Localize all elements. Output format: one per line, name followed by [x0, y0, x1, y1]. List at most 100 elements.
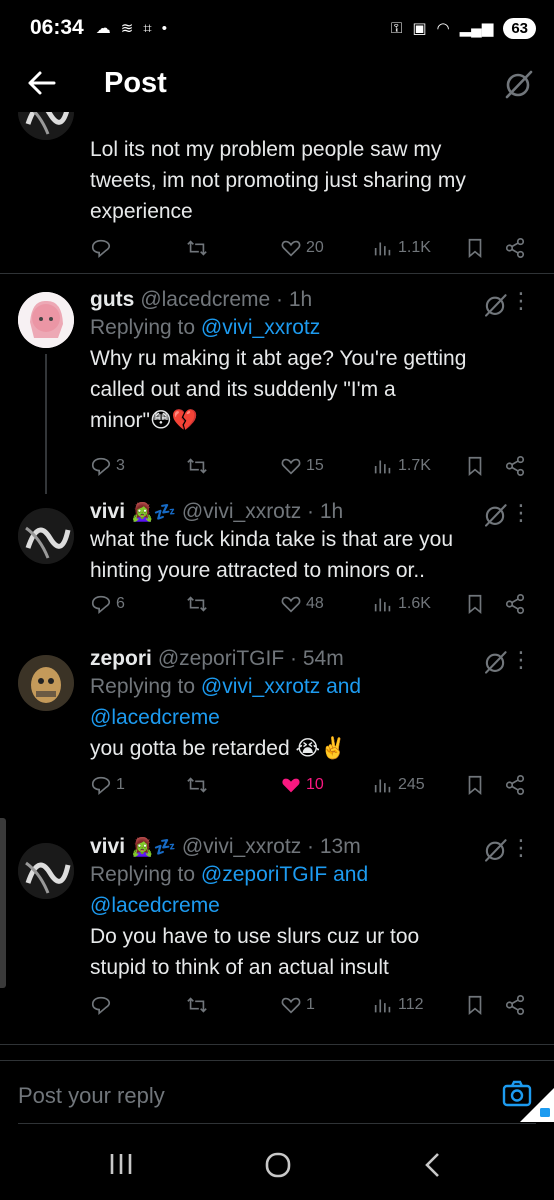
like-button[interactable]: 10: [280, 774, 324, 796]
repost-icon: [187, 240, 207, 256]
more-options-icon[interactable]: ⋮: [510, 649, 532, 671]
grok-icon[interactable]: [482, 292, 508, 318]
like-count: 15: [306, 457, 324, 474]
grok-icon[interactable]: [482, 649, 508, 675]
repost-button[interactable]: [186, 455, 208, 477]
views-button[interactable]: 1.1K: [372, 237, 431, 259]
folder-icon: ▣: [412, 20, 427, 37]
bookmark-button[interactable]: [464, 774, 486, 796]
display-name[interactable]: zepori: [90, 647, 152, 671]
back-nav-icon[interactable]: [422, 1152, 444, 1178]
repost-button[interactable]: [186, 774, 208, 796]
views-button[interactable]: 245: [372, 774, 425, 796]
tweet-text: Do you have to use slurs cuz ur too: [90, 925, 420, 948]
share-button[interactable]: [504, 994, 526, 1016]
views-icon: [374, 779, 391, 793]
mention-link[interactable]: @vivi_xxrotz: [201, 316, 320, 339]
reply-button[interactable]: [90, 994, 116, 1016]
mention-link[interactable]: @zeporiTGIF and: [201, 863, 368, 886]
grok-icon[interactable]: [482, 502, 508, 528]
status-time: 06:34: [30, 16, 84, 39]
mention-link[interactable]: @vivi_xxrotz and: [201, 675, 361, 698]
dot-icon: •: [161, 19, 168, 37]
like-button[interactable]: 48: [280, 593, 324, 615]
grok-icon[interactable]: [482, 837, 508, 863]
bookmark-button[interactable]: [464, 237, 486, 259]
views-button[interactable]: 112: [372, 994, 424, 1016]
system-nav-bar: [0, 1128, 554, 1200]
display-name[interactable]: vivi: [90, 500, 125, 524]
reply-count: 1: [116, 776, 125, 793]
reply-button[interactable]: 6: [90, 593, 125, 615]
grok-icon[interactable]: [502, 68, 534, 100]
views-button[interactable]: 1.6K: [372, 593, 431, 615]
share-button[interactable]: [504, 593, 526, 615]
more-options-icon[interactable]: ⋮: [510, 290, 532, 312]
display-name[interactable]: vivi: [90, 835, 125, 859]
more-options-icon[interactable]: ⋮: [510, 837, 532, 859]
like-count: 20: [306, 239, 324, 256]
reply-icon: [91, 595, 111, 615]
handle[interactable]: @vivi_xxrotz · 13m: [182, 835, 361, 859]
reply-thread: Lol its not my problem people saw my twe…: [0, 84, 554, 1045]
avatar[interactable]: [18, 655, 74, 711]
scrollbar-handle[interactable]: [0, 818, 6, 988]
reply-composer[interactable]: Post your reply: [0, 1060, 554, 1124]
avatar[interactable]: [18, 843, 74, 899]
views-button[interactable]: 1.7K: [372, 455, 431, 477]
repost-button[interactable]: [186, 237, 208, 259]
back-arrow-icon[interactable]: [24, 66, 58, 100]
like-button[interactable]: 1: [280, 994, 315, 1016]
reply-button[interactable]: 3: [90, 455, 125, 477]
tweet[interactable]: Lol its not my problem people saw my twe…: [0, 84, 554, 274]
mention-link[interactable]: @lacedcreme: [90, 706, 220, 729]
corner-badge-icon[interactable]: [520, 1088, 554, 1122]
recent-apps-icon[interactable]: [108, 1152, 134, 1176]
like-button[interactable]: 20: [280, 237, 324, 259]
share-button[interactable]: [504, 774, 526, 796]
reply-input[interactable]: Post your reply: [18, 1083, 165, 1109]
bookmark-button[interactable]: [464, 593, 486, 615]
share-icon: [505, 594, 525, 614]
tweet-text: Why ru making it abt age? You're getting: [90, 347, 467, 370]
display-name[interactable]: guts: [90, 288, 134, 312]
like-button[interactable]: 15: [280, 455, 324, 477]
name-emoji: 🧟‍♀️💤: [131, 502, 176, 522]
handle[interactable]: @lacedcreme · 1h: [140, 288, 312, 312]
reply-button[interactable]: [90, 237, 116, 259]
tweet-text: stupid to think of an actual insult: [90, 956, 389, 979]
mention-link[interactable]: @lacedcreme: [90, 894, 220, 917]
reply-button[interactable]: 1: [90, 774, 125, 796]
avatar[interactable]: [18, 508, 74, 564]
tweet-text: Lol its not my problem people saw my: [90, 138, 442, 161]
more-options-icon[interactable]: ⋮: [510, 502, 532, 524]
heart-icon: [281, 240, 301, 257]
repost-icon: [187, 596, 207, 612]
repost-button[interactable]: [186, 994, 208, 1016]
bookmark-button[interactable]: [464, 455, 486, 477]
tweet-text: tweets, im not promoting just sharing my: [90, 169, 466, 192]
avatar[interactable]: [18, 292, 74, 348]
handle[interactable]: @zeporiTGIF · 54m: [158, 647, 344, 671]
bookmark-button[interactable]: [464, 994, 486, 1016]
repost-button[interactable]: [186, 593, 208, 615]
share-button[interactable]: [504, 455, 526, 477]
home-icon[interactable]: [264, 1152, 292, 1178]
tweet[interactable]: guts @lacedcreme · 1h Replying to @vivi_…: [0, 274, 554, 494]
share-icon: [505, 238, 525, 258]
handle[interactable]: @vivi_xxrotz · 1h: [182, 500, 343, 524]
views-icon: [374, 999, 391, 1013]
reply-count: 3: [116, 457, 125, 474]
tweet-actions: 6 48 1.6K: [90, 590, 536, 618]
tweet[interactable]: vivi 🧟‍♀️💤 @vivi_xxrotz · 13m Replying t…: [0, 835, 554, 1045]
share-icon: [505, 456, 525, 476]
tweet[interactable]: zepori @zeporiTGIF · 54m Replying to @vi…: [0, 647, 554, 835]
replying-to: Replying to @vivi_xxrotz and: [90, 675, 362, 698]
reply-icon: [91, 996, 111, 1016]
tweet[interactable]: vivi 🧟‍♀️💤 @vivi_xxrotz · 1h what the fu…: [0, 494, 554, 647]
share-icon: [505, 995, 525, 1015]
like-count: 10: [306, 776, 324, 793]
name-emoji: 🧟‍♀️💤: [131, 837, 176, 857]
top-bar: Post: [0, 56, 554, 112]
share-button[interactable]: [504, 237, 526, 259]
